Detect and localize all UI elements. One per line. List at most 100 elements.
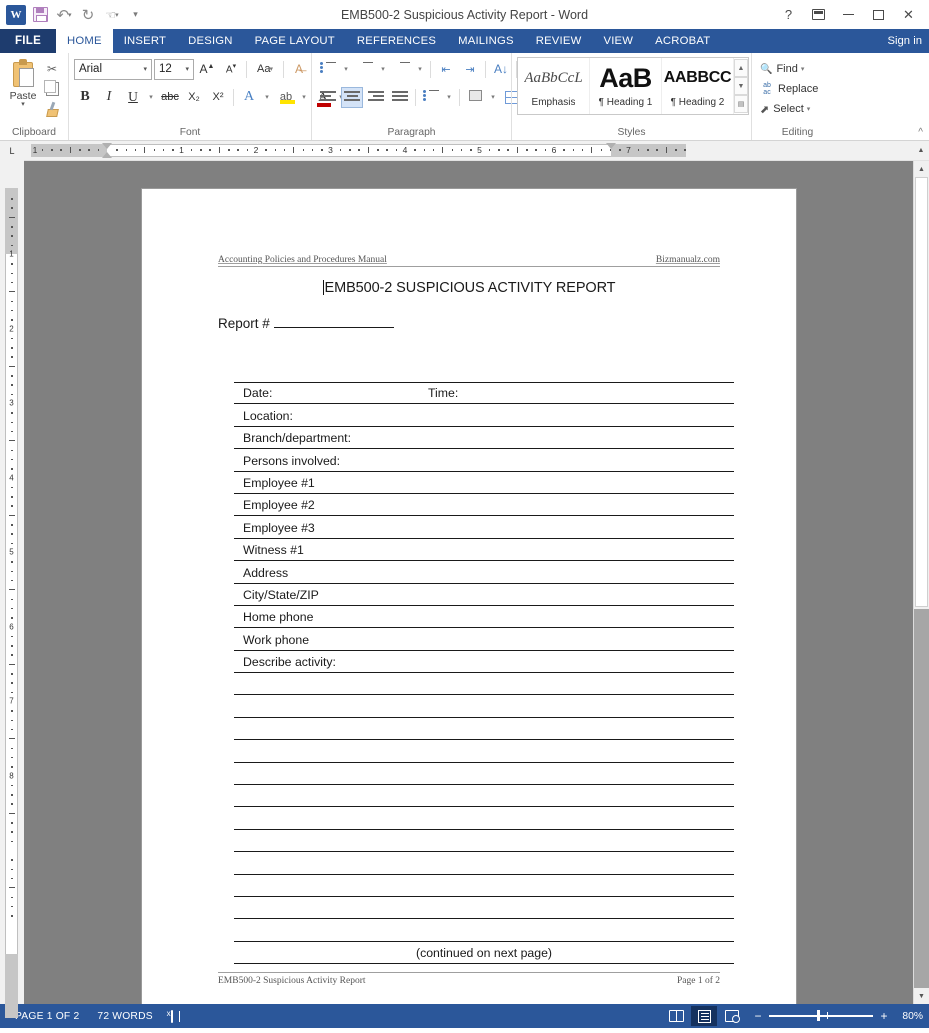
underline-caret-icon[interactable]: ▾ xyxy=(146,87,157,108)
table-cell-label[interactable]: Work phone xyxy=(243,633,309,647)
blank-form-line[interactable] xyxy=(234,673,734,696)
view-print-layout-button[interactable] xyxy=(691,1006,717,1026)
table-cell-label[interactable]: Address xyxy=(243,566,288,580)
ribbon-display-options-icon[interactable] xyxy=(804,3,833,27)
scrollbar-up-icon[interactable]: ▲ xyxy=(914,161,929,177)
blank-form-line[interactable] xyxy=(234,919,734,942)
numbering-button[interactable] xyxy=(354,59,376,80)
line-spacing-caret-icon[interactable]: ▾ xyxy=(444,87,455,108)
help-icon[interactable]: ? xyxy=(774,3,803,27)
clear-formatting-button[interactable]: A̶ xyxy=(288,59,310,80)
table-row[interactable]: Employee #1 xyxy=(234,472,734,494)
table-cell-label[interactable]: Location: xyxy=(243,409,293,423)
styles-scroll-down-icon[interactable]: ▼ xyxy=(734,77,748,95)
first-line-indent-marker[interactable] xyxy=(102,143,112,149)
table-row[interactable]: Persons involved: xyxy=(234,449,734,472)
style-item-heading-1[interactable]: AaB ¶ Heading 1 xyxy=(590,58,662,114)
report-number-blank[interactable] xyxy=(273,327,394,328)
table-cell-label[interactable]: Employee #2 xyxy=(243,498,315,512)
sort-button[interactable]: A↓ xyxy=(490,59,512,80)
table-cell-label[interactable]: Employee #1 xyxy=(243,476,315,490)
tab-review[interactable]: REVIEW xyxy=(525,29,593,53)
save-icon[interactable] xyxy=(29,4,51,26)
shading-button[interactable] xyxy=(464,87,486,108)
justify-button[interactable] xyxy=(389,87,411,108)
table-cell-label[interactable]: Describe activity: xyxy=(243,655,336,669)
page-indicator[interactable]: PAGE 1 OF 2 xyxy=(6,1011,88,1022)
select-caret-icon[interactable]: ▾ xyxy=(807,105,811,113)
vertical-ruler[interactable]: 1 2 3 4 5 6 7 8 xyxy=(0,161,24,1018)
text-highlight-button[interactable]: ab xyxy=(275,87,297,108)
customize-qat-icon[interactable]: ▾ xyxy=(125,4,147,26)
scrollbar-lower-track[interactable] xyxy=(914,609,929,988)
minimize-icon[interactable] xyxy=(834,3,863,27)
undo-icon[interactable]: ↶ ▾ xyxy=(53,4,75,26)
strikethrough-button[interactable]: abc xyxy=(159,87,181,108)
multilevel-list-button[interactable] xyxy=(391,59,413,80)
right-indent-marker[interactable] xyxy=(606,143,616,149)
font-size-combobox[interactable]: 12 ▾ xyxy=(154,58,194,80)
tab-design[interactable]: DESIGN xyxy=(177,29,244,53)
table-row[interactable]: Employee #2 xyxy=(234,494,734,517)
blank-form-line[interactable] xyxy=(234,897,734,920)
table-row[interactable]: City/State/ZIP xyxy=(234,584,734,606)
text-effects-button[interactable]: A xyxy=(238,87,260,108)
paste-caret-icon[interactable]: ▾ xyxy=(21,101,25,108)
table-row[interactable]: Date: Time: xyxy=(234,382,734,405)
sign-in-link[interactable]: Sign in xyxy=(887,29,929,53)
blank-form-line[interactable] xyxy=(234,852,734,875)
superscript-button[interactable]: X² xyxy=(207,87,229,108)
blank-form-line[interactable] xyxy=(234,875,734,897)
tab-references[interactable]: REFERENCES xyxy=(346,29,447,53)
table-row[interactable]: Witness #1 xyxy=(234,539,734,562)
table-cell-label[interactable]: Branch/department: xyxy=(243,431,351,445)
document-header[interactable]: Accounting Policies and Procedures Manua… xyxy=(218,255,720,267)
table-cell-label[interactable]: Home phone xyxy=(243,610,313,624)
blank-form-line[interactable] xyxy=(234,763,734,786)
text-effects-caret-icon[interactable]: ▾ xyxy=(262,87,273,108)
italic-button[interactable]: I xyxy=(98,87,120,108)
scrollbar-down-icon[interactable]: ▼ xyxy=(914,988,929,1004)
styles-scroll-up-icon[interactable]: ▲ xyxy=(734,59,748,77)
tab-home[interactable]: HOME xyxy=(56,29,113,53)
document-title-heading[interactable]: EMB500-2 SUSPICIOUS ACTIVITY REPORT xyxy=(142,280,796,296)
zoom-slider-thumb[interactable] xyxy=(817,1010,820,1022)
table-row[interactable]: Employee #3 xyxy=(234,516,734,539)
tab-page-layout[interactable]: PAGE LAYOUT xyxy=(244,29,346,53)
grow-font-button[interactable]: A▲ xyxy=(196,59,218,80)
scroll-up-arrow-icon[interactable]: ▲ xyxy=(913,143,929,159)
tab-mailings[interactable]: MAILINGS xyxy=(447,29,525,53)
blank-form-line[interactable] xyxy=(234,785,734,808)
collapse-ribbon-icon[interactable]: ^ xyxy=(918,127,923,138)
increase-indent-button[interactable]: ⇥ xyxy=(459,59,481,80)
bullets-caret-icon[interactable]: ▾ xyxy=(341,59,352,80)
tab-acrobat[interactable]: ACROBAT xyxy=(644,29,721,53)
restore-icon[interactable] xyxy=(864,3,893,27)
table-row[interactable]: Work phone xyxy=(234,628,734,651)
table-row[interactable]: Home phone xyxy=(234,606,734,629)
paste-button[interactable]: Paste ▾ xyxy=(5,57,41,108)
replace-button[interactable]: ab ac Replace xyxy=(757,79,818,99)
blank-form-line[interactable] xyxy=(234,830,734,853)
tab-stop-selector[interactable]: L xyxy=(0,140,24,161)
align-center-button[interactable] xyxy=(341,86,363,108)
horizontal-ruler[interactable]: 1 2 3 4 5 6 7 1 xyxy=(31,143,913,158)
numbering-caret-icon[interactable]: ▾ xyxy=(378,59,389,80)
bold-button[interactable]: B xyxy=(74,87,96,108)
document-canvas[interactable]: Accounting Policies and Procedures Manua… xyxy=(24,161,913,1004)
blank-form-line[interactable] xyxy=(234,718,734,741)
copy-button[interactable] xyxy=(41,80,63,98)
change-case-button[interactable]: Aa ▾ xyxy=(251,59,279,80)
find-button[interactable]: 🔍 Find ▾ xyxy=(757,59,804,79)
view-web-layout-button[interactable] xyxy=(719,1006,745,1026)
table-row[interactable]: Branch/department: xyxy=(234,427,734,450)
font-size-chevron-down-icon[interactable]: ▾ xyxy=(185,65,191,73)
zoom-in-button[interactable]: + xyxy=(879,1009,889,1023)
line-spacing-button[interactable] xyxy=(420,87,442,108)
table-row[interactable]: Describe activity: xyxy=(234,651,734,674)
find-caret-icon[interactable]: ▾ xyxy=(801,65,805,73)
document-footer[interactable]: EMB500-2 Suspicious Activity Report Page… xyxy=(218,972,720,986)
align-right-button[interactable] xyxy=(365,87,387,108)
bullets-button[interactable] xyxy=(317,59,339,80)
continued-row[interactable]: (continued on next page) xyxy=(234,942,734,965)
